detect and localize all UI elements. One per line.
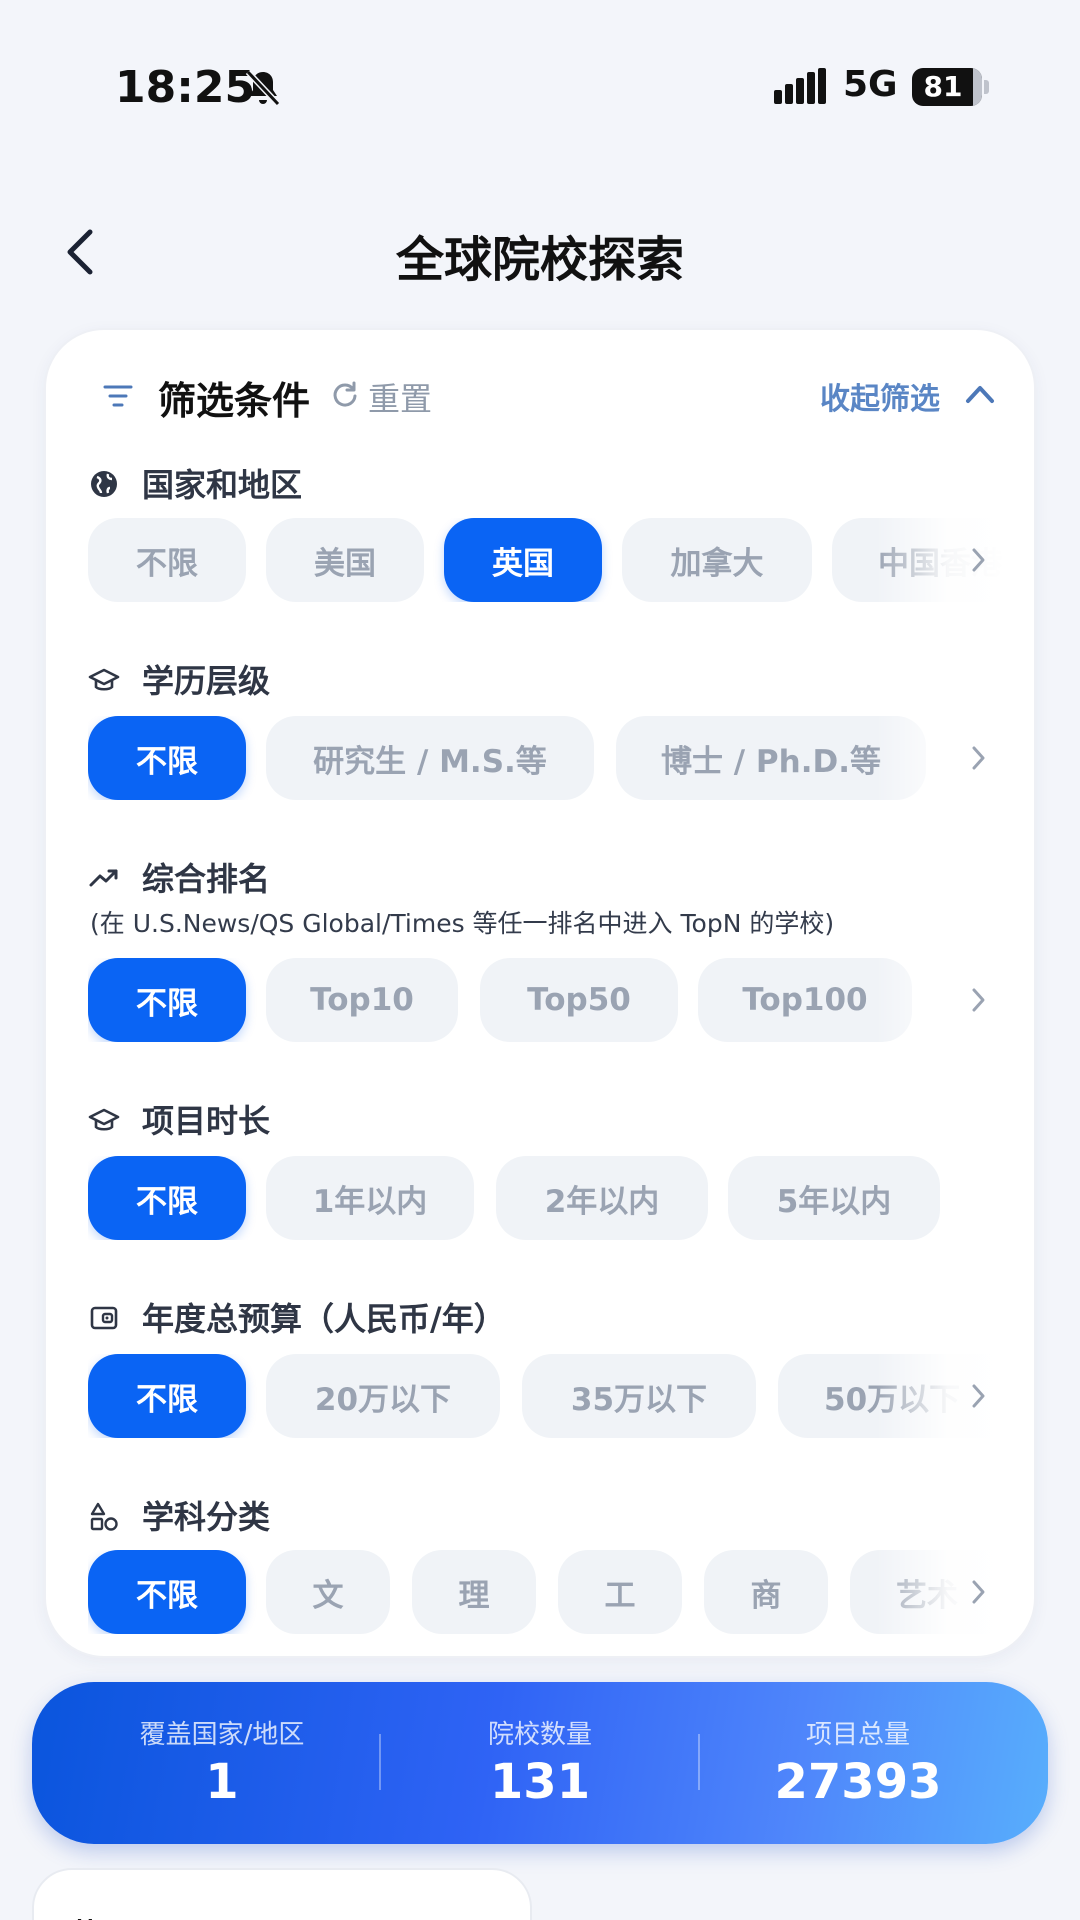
section-title: 项目时长 <box>142 1102 271 1140</box>
chip-row-ranking: 不限 Top10 Top50 Top100 <box>88 958 1006 1042</box>
chip-row-degree: 不限 研究生 / M.S.等 博士 / Ph.D.等 <box>88 716 1006 800</box>
chevron-right-icon[interactable] <box>970 1578 986 1606</box>
chip-under-350k[interactable]: 35万以下 <box>522 1354 756 1438</box>
chip-any[interactable]: 不限 <box>88 1156 246 1240</box>
ranking-note: (在 U.S.News/QS Global/Times 等任一排名中进入 Top… <box>90 909 835 938</box>
section-title: 国家和地区 <box>142 466 303 504</box>
filter-header: 筛选条件 重置 收起筛选 <box>46 330 1034 460</box>
stat-label: 院校数量 <box>487 1720 592 1750</box>
chip-engineering[interactable]: 工 <box>558 1550 682 1634</box>
divider <box>379 1734 381 1790</box>
chip-row-budget: 不限 20万以下 35万以下 50万以下 <box>88 1354 1006 1438</box>
chip-arts[interactable]: 文 <box>266 1550 390 1634</box>
filter-panel: 筛选条件 重置 收起筛选 国家和地区 不限 美国 英国 加拿大 中国香港 <box>44 328 1036 1658</box>
bell-muted-icon <box>245 69 281 107</box>
stat-value: 1 <box>205 1754 239 1810</box>
stat-schools: 院校数量 131 <box>390 1682 690 1844</box>
section-title: 综合排名 <box>142 860 271 898</box>
chevron-right-icon[interactable] <box>970 1382 986 1410</box>
stat-value: 27393 <box>774 1754 942 1810</box>
signal-icon <box>774 68 826 104</box>
battery-level: 81 <box>923 70 963 103</box>
chip-row-subject: 不限 文 理 工 商 艺术 <box>88 1550 1006 1634</box>
stats-banner: 覆盖国家/地区 1 院校数量 131 项目总量 27393 <box>32 1682 1048 1844</box>
graduation-cap-icon <box>88 668 120 691</box>
chip-canada[interactable]: 加拿大 <box>622 518 812 602</box>
stat-programs: 项目总量 27393 <box>708 1682 1008 1844</box>
page-title: 全球院校探索 <box>395 232 684 288</box>
stat-label: 项目总量 <box>805 1720 910 1750</box>
chip-5-years[interactable]: 5年以内 <box>728 1156 940 1240</box>
chevron-right-icon[interactable] <box>970 744 986 772</box>
chip-row-country: 不限 美国 英国 加拿大 中国香港 <box>88 518 1006 602</box>
globe-icon <box>91 471 117 497</box>
network-label: 5G <box>843 64 898 105</box>
chip-1-year[interactable]: 1年以内 <box>266 1156 474 1240</box>
stat-regions: 覆盖国家/地区 1 <box>72 1682 372 1844</box>
chip-any[interactable]: 不限 <box>88 958 246 1042</box>
chevron-right-icon[interactable] <box>970 546 986 574</box>
reset-button[interactable]: 重置 <box>368 374 432 420</box>
chevron-up-icon[interactable] <box>964 382 996 406</box>
section-title: 学科分类 <box>142 1498 271 1536</box>
trending-up-icon <box>89 869 118 887</box>
battery-icon: 81 <box>912 68 982 106</box>
collapse-filter-button[interactable]: 收起筛选 <box>820 374 940 418</box>
chip-any[interactable]: 不限 <box>88 518 246 602</box>
result-title: 英国 <box>70 1910 130 1920</box>
section-title: 年度总预算（人民币/年） <box>142 1300 506 1338</box>
result-card[interactable]: 英国 <box>32 1868 532 1920</box>
chip-top10[interactable]: Top10 <box>266 958 458 1042</box>
chip-masters[interactable]: 研究生 / M.S.等 <box>266 716 594 800</box>
chip-science[interactable]: 理 <box>412 1550 536 1634</box>
chip-row-duration: 不限 1年以内 2年以内 5年以内 <box>88 1156 1006 1240</box>
shapes-icon <box>90 1502 118 1531</box>
wallet-icon <box>90 1306 118 1330</box>
chip-any[interactable]: 不限 <box>88 716 246 800</box>
chip-usa[interactable]: 美国 <box>266 518 424 602</box>
graduation-cap-icon <box>88 1108 120 1131</box>
stat-label: 覆盖国家/地区 <box>139 1720 305 1750</box>
status-time: 18:25 <box>115 62 256 113</box>
refresh-icon[interactable] <box>332 380 358 408</box>
chip-business[interactable]: 商 <box>704 1550 828 1634</box>
chevron-right-icon[interactable] <box>970 986 986 1014</box>
divider <box>698 1734 700 1790</box>
section-title: 学历层级 <box>142 662 271 700</box>
filter-icon <box>103 385 133 407</box>
chip-under-200k[interactable]: 20万以下 <box>266 1354 500 1438</box>
filter-title: 筛选条件 <box>158 379 311 423</box>
chip-top50[interactable]: Top50 <box>480 958 678 1042</box>
chip-any[interactable]: 不限 <box>88 1550 246 1634</box>
status-bar: 18:25 5G 81 <box>0 0 1080 160</box>
chip-any[interactable]: 不限 <box>88 1354 246 1438</box>
chip-uk[interactable]: 英国 <box>444 518 602 602</box>
chip-2-years[interactable]: 2年以内 <box>496 1156 708 1240</box>
stat-value: 131 <box>489 1754 591 1810</box>
